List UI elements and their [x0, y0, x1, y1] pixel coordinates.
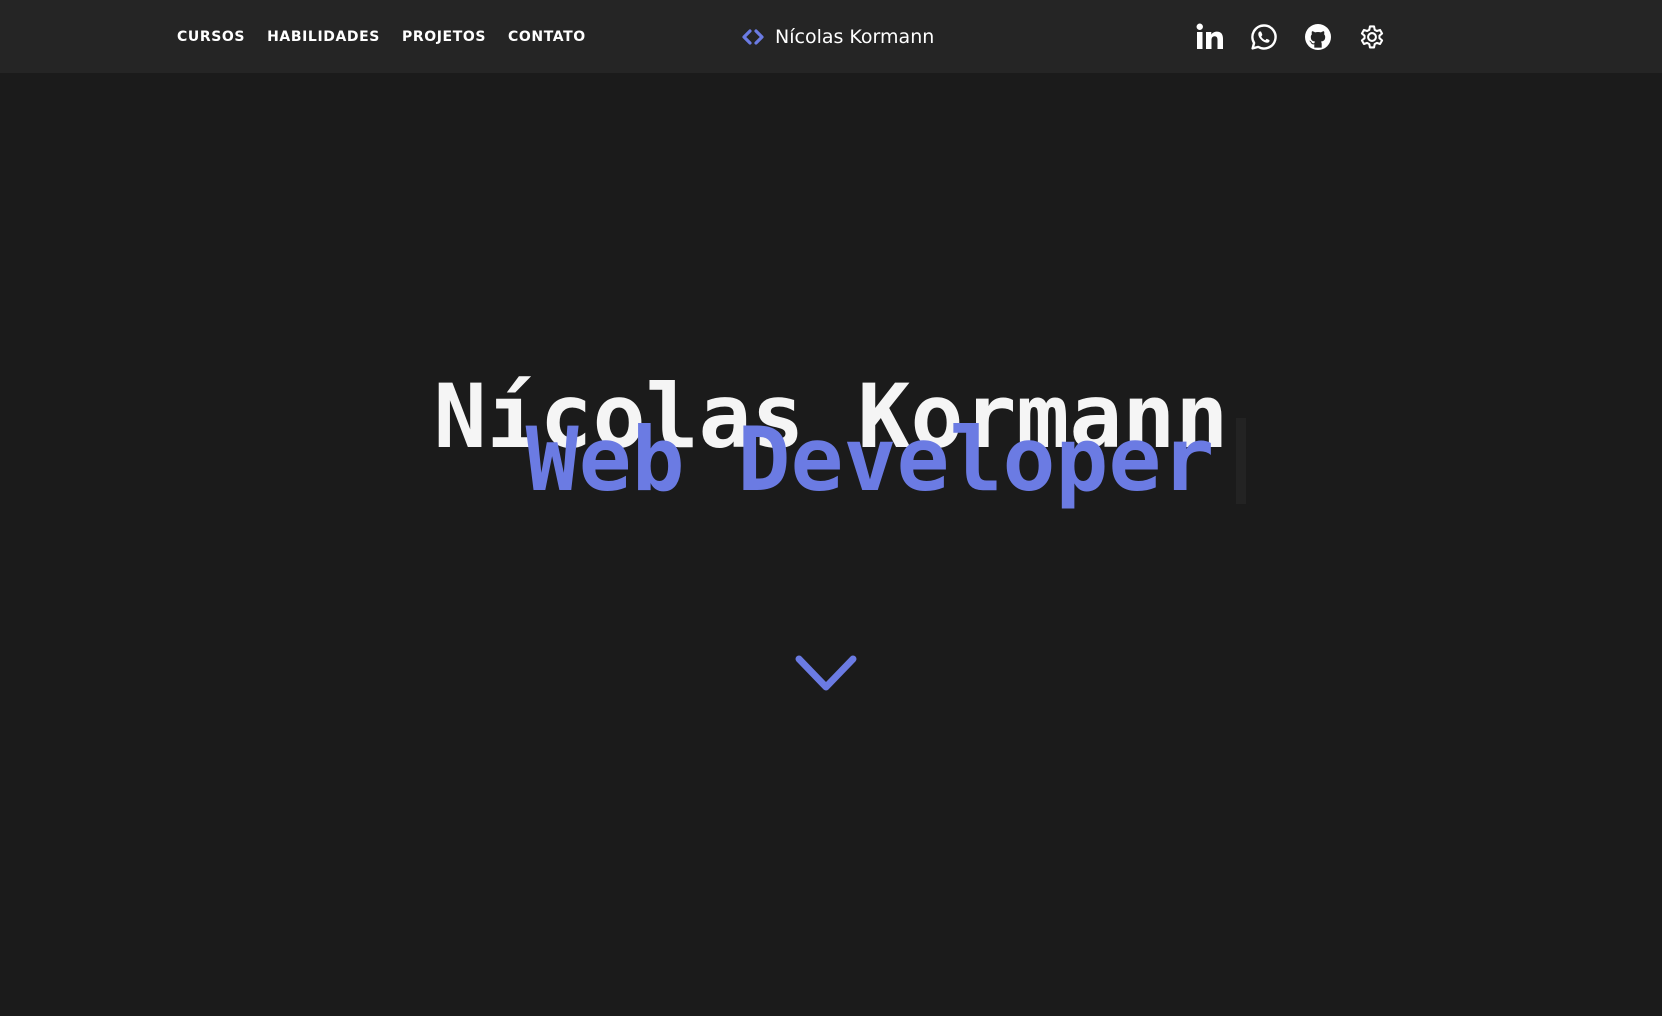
gear-icon[interactable]: [1358, 23, 1386, 51]
main-nav: CURSOS HABILIDADES PROJETOS CONTATO: [177, 0, 586, 73]
github-icon[interactable]: [1304, 23, 1332, 51]
hero-role: Web Developer: [525, 408, 1215, 511]
nav-link-contato[interactable]: CONTATO: [508, 29, 586, 45]
social-links: [1196, 0, 1386, 73]
nav-link-habilidades[interactable]: HABILIDADES: [267, 29, 380, 45]
brand-logo[interactable]: Nícolas Kormann: [741, 0, 934, 73]
top-navbar: CURSOS HABILIDADES PROJETOS CONTATO Níco…: [0, 0, 1662, 73]
whatsapp-icon[interactable]: [1250, 23, 1278, 51]
scroll-down-button[interactable]: [794, 653, 858, 697]
chevron-down-icon: [795, 655, 857, 691]
hero-role-line: Web Developer: [0, 410, 1662, 510]
typing-cursor: [1236, 418, 1247, 504]
linkedin-icon[interactable]: [1196, 23, 1224, 51]
nav-link-cursos[interactable]: CURSOS: [177, 29, 245, 45]
brand-name: Nícolas Kormann: [775, 25, 935, 48]
code-brackets-icon: [741, 28, 765, 45]
nav-link-projetos[interactable]: PROJETOS: [402, 29, 486, 45]
